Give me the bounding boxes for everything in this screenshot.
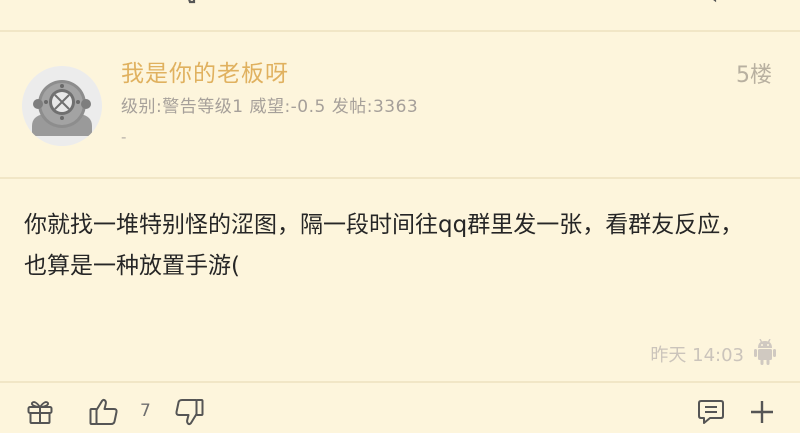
thumbs-down-icon[interactable] [174, 0, 204, 12]
content-divider [0, 381, 800, 383]
gift-icon[interactable] [26, 0, 54, 12]
thumbs-up-icon[interactable] [90, 0, 120, 12]
comment-icon[interactable] [697, 0, 725, 12]
post-time: 昨天 14:03 [650, 345, 744, 366]
thumbs-up-icon[interactable] [89, 398, 119, 426]
plus-icon[interactable] [749, 399, 775, 425]
gift-icon[interactable] [27, 400, 53, 424]
thumbs-down-icon[interactable] [174, 398, 204, 426]
header-divider [0, 177, 800, 179]
android-icon [754, 339, 776, 365]
top-divider [0, 30, 800, 32]
floor-number: 5楼 [736, 63, 772, 88]
username[interactable]: 我是你的老板呀 [121, 54, 289, 88]
user-signature: - [121, 128, 127, 146]
diving-helmet-icon [22, 66, 102, 146]
post-action-bar: 7 [0, 390, 800, 433]
plus-icon[interactable] [748, 0, 774, 12]
post-content: 你就找一堆特别怪的涩图，隔一段时间往qq群里发一张，看群友反应，也算是一种放置手… [24, 212, 744, 279]
avatar[interactable] [22, 66, 102, 146]
user-meta: 级别:警告等级1 威望:-0.5 发帖:3363 [121, 97, 419, 117]
like-count: 7 [140, 401, 151, 421]
comment-icon[interactable] [697, 399, 725, 425]
previous-post-action-bar [0, 0, 800, 30]
